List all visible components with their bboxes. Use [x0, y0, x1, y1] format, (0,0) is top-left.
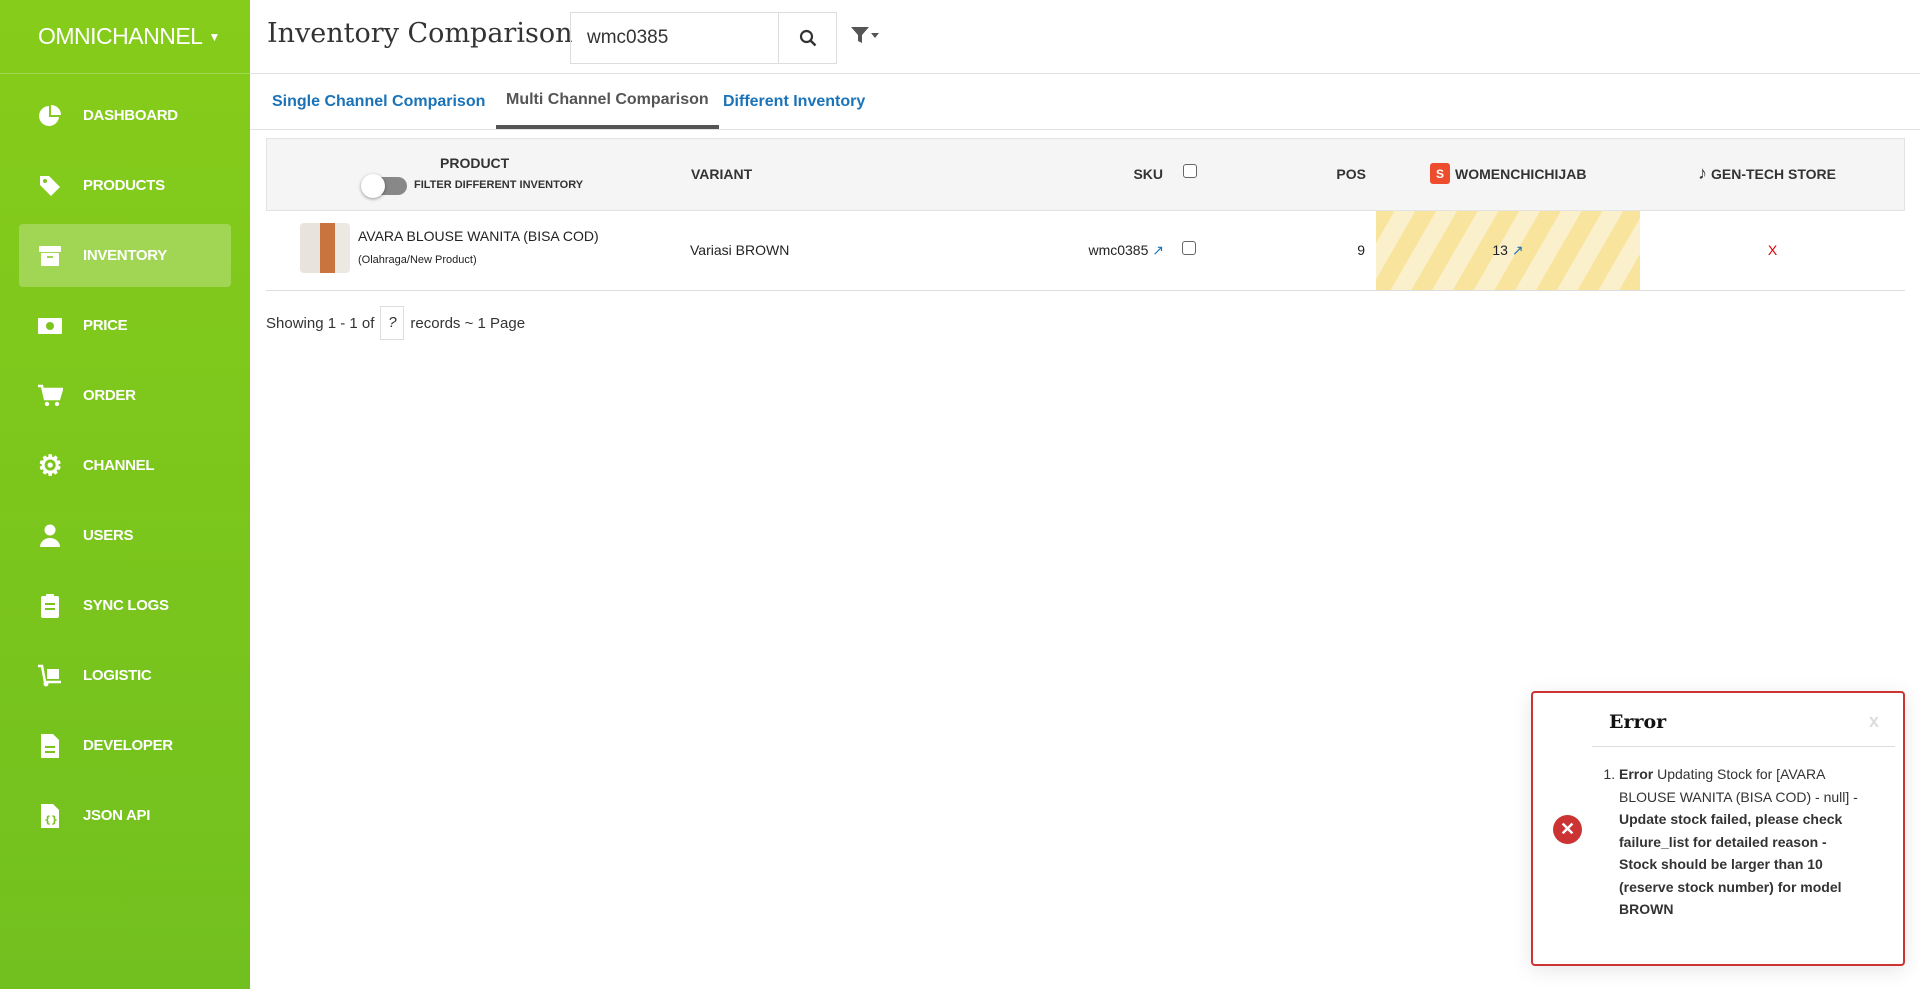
pie-chart-icon [37, 103, 63, 129]
error-text: Updating Stock for [AVARA BLOUSE WANITA … [1619, 766, 1858, 805]
channel-name: GEN-TECH STORE [1711, 165, 1836, 182]
sidebar-item-label: ORDER [83, 387, 136, 404]
filter-dropdown[interactable] [850, 26, 880, 49]
error-strong: Error [1619, 766, 1654, 782]
tab-different-inventory[interactable]: Different Inventory [721, 74, 867, 129]
sidebar-item-sync-logs[interactable]: SYNC LOGS [19, 574, 231, 637]
channel1-cell: 13 ↗ [1376, 242, 1640, 259]
col-channel-womenchichijab: S WOMENCHICHIJAB [1430, 163, 1586, 184]
brand-label: OMNICHANNEL [38, 23, 203, 49]
caret-down-icon: ▼ [208, 29, 220, 44]
sidebar-item-inventory[interactable]: INVENTORY [19, 224, 231, 287]
header: Inventory Comparison wmc0385 [250, 0, 1920, 74]
row-checkbox[interactable] [1182, 241, 1196, 255]
sidebar-item-label: INVENTORY [83, 247, 167, 264]
sidebar-item-label: CHANNEL [83, 457, 155, 474]
cart-icon [37, 383, 63, 409]
shopee-icon: S [1430, 163, 1450, 184]
user-icon [37, 523, 63, 549]
error-detail: Update stock failed, please check failur… [1619, 811, 1843, 917]
channel1-stock: 13 [1492, 242, 1508, 258]
col-channel-gen-tech: ♪ GEN-TECH STORE [1698, 163, 1836, 184]
money-icon [37, 313, 63, 339]
brand-menu[interactable]: OMNICHANNEL ▼ [0, 0, 250, 74]
table-row: AVARA BLOUSE WANITA (BISA COD) (Olahraga… [266, 211, 1905, 291]
sidebar-item-label: USERS [83, 527, 134, 544]
pagination-info: Showing 1 - 1 of ? records ~ 1 Page [266, 306, 525, 340]
sidebar-item-label: DEVELOPER [83, 737, 173, 754]
tab-multi-channel[interactable]: Multi Channel Comparison [496, 74, 719, 129]
tabs: Single Channel Comparison Multi Channel … [250, 74, 1920, 130]
sidebar-item-label: PRODUCTS [83, 177, 165, 194]
sku-cell: wmc0385 ↗ [1046, 242, 1164, 259]
sidebar-item-logistic[interactable]: LOGISTIC [19, 644, 231, 707]
sidebar-item-label: LOGISTIC [83, 667, 152, 684]
divider [1592, 746, 1895, 747]
product-category: (Olahraga/New Product) [358, 254, 477, 266]
error-icon: ✕ [1553, 815, 1582, 844]
col-variant: VARIANT [691, 166, 753, 182]
search-icon [799, 29, 816, 47]
json-file-icon: {} [37, 803, 63, 829]
product-thumbnail [300, 223, 350, 273]
sidebar-item-label: PRICE [83, 317, 128, 334]
archive-icon [37, 243, 63, 269]
tiktok-icon: ♪ [1698, 163, 1707, 183]
file-icon [37, 733, 63, 759]
error-title: Error [1609, 711, 1667, 733]
product-name[interactable]: AVARA BLOUSE WANITA (BISA COD) [358, 228, 599, 244]
external-link-icon[interactable]: ↗ [1152, 242, 1164, 258]
table-header: PRODUCT FILTER DIFFERENT INVENTORY VARIA… [266, 138, 1905, 211]
clipboard-icon [37, 593, 63, 619]
sidebar-item-developer[interactable]: DEVELOPER [19, 714, 231, 777]
search-button[interactable] [778, 12, 837, 64]
pos-value: 9 [1357, 242, 1365, 258]
close-button[interactable]: x [1869, 711, 1879, 732]
page-title: Inventory Comparison [267, 18, 573, 49]
tab-single-channel[interactable]: Single Channel Comparison [270, 74, 487, 129]
col-sku: SKU [1133, 166, 1163, 182]
filter-icon [851, 27, 879, 43]
search-input[interactable]: wmc0385 [570, 12, 778, 64]
sidebar: OMNICHANNEL ▼ DASHBOARD PRODUCTS INVENTOR… [0, 0, 250, 989]
total-records: ? [380, 306, 405, 340]
channel-name: WOMENCHICHIJAB [1455, 165, 1587, 182]
tag-icon [37, 173, 63, 199]
dolly-icon [37, 663, 63, 689]
error-toast: Error x ✕ Error Updating Stock for [AVAR… [1531, 691, 1905, 966]
sku-value: wmc0385 [1088, 242, 1149, 258]
sidebar-item-users[interactable]: USERS [19, 504, 231, 567]
sidebar-item-channel[interactable]: ⚙ CHANNEL [19, 434, 231, 497]
sidebar-nav: DASHBOARD PRODUCTS INVENTORY PRICE ORDER… [0, 84, 250, 854]
filter-different-inventory-toggle[interactable] [361, 174, 407, 198]
svg-text:{}: {} [44, 815, 58, 826]
sidebar-item-order[interactable]: ORDER [19, 364, 231, 427]
select-all-checkbox[interactable] [1183, 164, 1197, 178]
external-link-icon[interactable]: ↗ [1512, 242, 1524, 258]
sidebar-item-label: SYNC LOGS [83, 597, 169, 614]
channel2-missing: X [1767, 242, 1778, 258]
sidebar-item-label: JSON API [83, 807, 151, 824]
variant-value: Variasi BROWN [690, 242, 790, 258]
sidebar-item-price[interactable]: PRICE [19, 294, 231, 357]
records-text: records ~ 1 Page [410, 314, 526, 332]
filter-toggle-label: FILTER DIFFERENT INVENTORY [414, 179, 584, 191]
gear-icon: ⚙ [37, 450, 63, 481]
error-message: Error Updating Stock for [AVARA BLOUSE W… [1599, 763, 1859, 921]
sidebar-item-dashboard[interactable]: DASHBOARD [19, 84, 231, 147]
sidebar-item-products[interactable]: PRODUCTS [19, 154, 231, 217]
sidebar-item-label: DASHBOARD [83, 107, 178, 124]
col-product: PRODUCT [440, 155, 510, 171]
col-pos: POS [1336, 166, 1366, 182]
sidebar-item-json-api[interactable]: {} JSON API [19, 784, 231, 847]
showing-text: Showing 1 - 1 of [266, 314, 375, 332]
comparison-table: PRODUCT FILTER DIFFERENT INVENTORY VARIA… [266, 138, 1905, 291]
